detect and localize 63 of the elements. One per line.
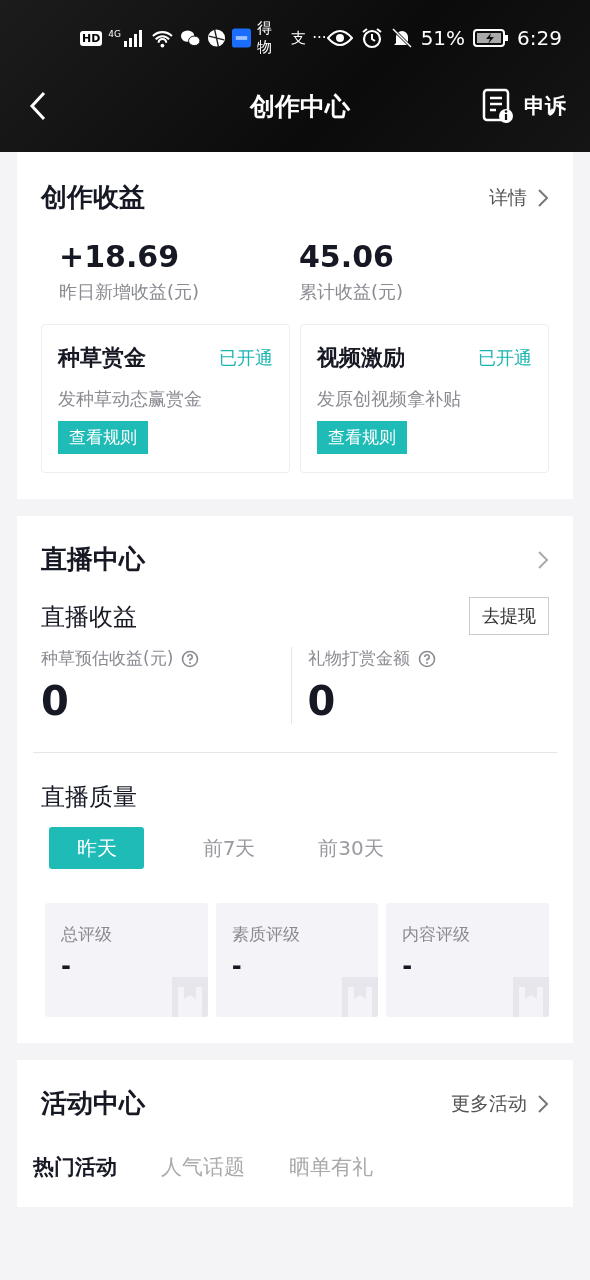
stat-label: 昨日新增收益(元) — [59, 280, 201, 304]
program-title: 种草赏金 — [58, 344, 146, 372]
activity-tab[interactable]: 人气话题 — [161, 1153, 245, 1181]
rating-label: 总评级 — [61, 923, 113, 946]
hd-badge: HD — [80, 30, 103, 46]
alarm-icon — [360, 27, 383, 49]
stat-value: 45.06 — [299, 239, 395, 274]
wifi-icon — [151, 28, 174, 48]
subsection-title: 直播收益 — [41, 602, 137, 633]
notification-label: 支 — [291, 28, 307, 48]
status-label: 已开通 — [478, 346, 532, 370]
section-title: 直播中心 — [41, 543, 145, 576]
stat-label: 礼物打赏金额 — [307, 647, 410, 670]
period-tab[interactable]: 昨天 — [49, 827, 144, 869]
eye-icon — [326, 29, 353, 47]
rules-button[interactable]: 查看规则 — [58, 421, 148, 454]
section-title: 创作收益 — [41, 181, 145, 214]
rating-value: - — [231, 952, 243, 980]
period-tab[interactable]: 前7天 — [169, 827, 289, 869]
chat-icon — [179, 28, 201, 48]
status-label: 已开通 — [219, 346, 273, 370]
stat-label: 种草预估收益(元) — [41, 647, 174, 670]
bookmark-icon — [513, 977, 549, 1017]
program-title: 视频激励 — [317, 344, 405, 372]
bookmark-icon — [342, 977, 379, 1017]
program-description: 发种草动态赢赏金 — [58, 387, 203, 411]
rating-label: 素质评级 — [231, 923, 301, 946]
rating-value: - — [61, 952, 72, 980]
stat-value: 0 — [41, 678, 70, 724]
muted-bell-icon — [390, 27, 413, 49]
page-title: 创作中心 — [248, 90, 351, 123]
more-link[interactable]: 详情 — [489, 184, 549, 211]
period-tab[interactable]: 前30天 — [291, 827, 411, 869]
globe-icon — [206, 28, 226, 48]
bookmark-icon — [171, 977, 208, 1017]
stat-label: 累计收益(元) — [299, 280, 405, 304]
notification-label: ··· — [312, 29, 327, 47]
notification-label: 得物 — [256, 19, 273, 57]
network-type: 4G — [108, 29, 122, 39]
chevron-right-icon — [537, 187, 549, 208]
clock: 6:29 — [517, 26, 562, 50]
back-icon[interactable] — [28, 91, 48, 121]
chevron-right-icon — [537, 1093, 549, 1114]
activity-tab[interactable]: 热门活动 — [33, 1153, 117, 1181]
help-icon[interactable] — [417, 649, 436, 668]
subsection-title: 直播质量 — [41, 782, 138, 813]
battery-percent: 51% — [420, 26, 466, 50]
chevron-right-icon — [537, 549, 549, 570]
rules-button[interactable]: 查看规则 — [317, 421, 407, 454]
rating-value: - — [402, 952, 414, 980]
battery-icon — [473, 28, 510, 48]
document-info-icon — [482, 88, 514, 124]
stat-value: 0 — [307, 678, 337, 724]
activity-tab[interactable]: 晒单有礼 — [289, 1153, 373, 1181]
more-link[interactable]: 更多活动 — [451, 1090, 549, 1117]
appeal-button[interactable]: 申诉 — [482, 88, 566, 124]
rating-label: 内容评级 — [402, 923, 472, 946]
section-title: 活动中心 — [41, 1087, 145, 1120]
program-description: 发原创视频拿补贴 — [317, 387, 462, 411]
stat-value: +18.69 — [59, 239, 181, 274]
help-icon[interactable] — [181, 649, 200, 668]
withdraw-button[interactable]: 去提现 — [469, 597, 549, 635]
app-icon — [231, 28, 251, 48]
